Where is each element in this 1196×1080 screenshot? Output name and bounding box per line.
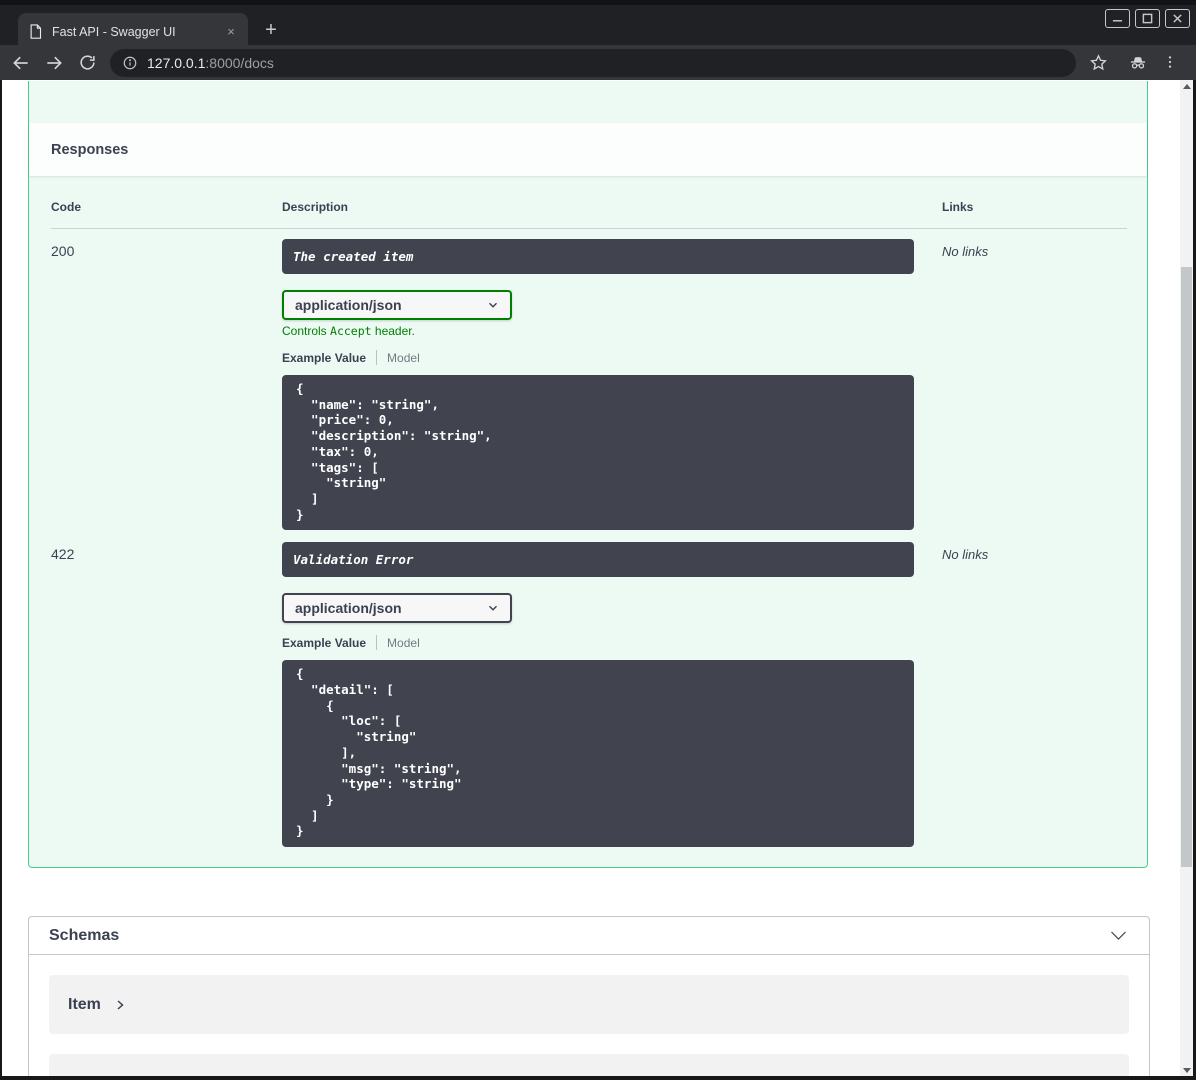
- url-path: :8000/docs: [205, 55, 274, 71]
- url-text: 127.0.0.1:8000/docs: [147, 55, 274, 71]
- back-button[interactable]: [9, 51, 33, 75]
- model-name: Item: [68, 995, 101, 1013]
- column-header-code: Code: [51, 200, 81, 214]
- chevron-down-icon: [1111, 931, 1126, 940]
- example-model-tabs: Example Value Model: [282, 350, 942, 365]
- response-description: The created item: [282, 239, 914, 274]
- tab-example-value[interactable]: Example Value: [282, 351, 366, 365]
- response-description: Validation Error: [282, 542, 914, 578]
- example-json-200: { "name": "string", "price": 0, "descrip…: [282, 375, 914, 531]
- site-info-icon[interactable]: [122, 55, 138, 71]
- responses-table: Code Description Links 200 The created i…: [29, 176, 1147, 867]
- incognito-icon: [1126, 50, 1150, 74]
- opblock-spacer: [29, 81, 1147, 123]
- schemas-section: Schemas Item ValidationError: [28, 916, 1150, 1076]
- chevron-right-icon[interactable]: [114, 999, 126, 1011]
- tab-strip: Fast API - Swagger UI × +: [0, 0, 1196, 50]
- tab-model[interactable]: Model: [387, 351, 420, 365]
- tab-separator: [376, 635, 378, 651]
- tab-close-icon[interactable]: ×: [222, 23, 240, 41]
- browser-menu-icon[interactable]: [1158, 50, 1182, 74]
- example-model-tabs: Example Value Model: [282, 635, 942, 651]
- schemas-header[interactable]: Schemas: [29, 917, 1149, 956]
- address-bar[interactable]: 127.0.0.1:8000/docs: [110, 49, 1076, 77]
- url-host: 127.0.0.1: [147, 55, 206, 71]
- new-tab-button[interactable]: +: [258, 18, 284, 44]
- links-value: No links: [942, 244, 989, 259]
- example-json-422: { "detail": [ { "loc": [ "string" ], "ms…: [282, 660, 914, 848]
- media-type-select[interactable]: application/json: [282, 593, 512, 624]
- tab-model[interactable]: Model: [387, 636, 420, 650]
- chevron-down-icon: [489, 302, 497, 308]
- response-row-200: 200 The created item application/json Co…: [51, 229, 1127, 531]
- forward-button[interactable]: [42, 51, 66, 75]
- close-button[interactable]: [1165, 9, 1190, 28]
- scrollbar-thumb[interactable]: [1181, 267, 1192, 867]
- media-type-select[interactable]: application/json: [282, 290, 512, 320]
- links-value: No links: [942, 547, 989, 563]
- responses-title: Responses: [51, 141, 129, 158]
- response-code: 200: [51, 243, 75, 259]
- tab-separator: [376, 350, 378, 365]
- page-favicon-icon: [28, 23, 43, 40]
- response-row-422: 422 Validation Error application/json Ex…: [51, 530, 1127, 848]
- response-code: 422: [51, 546, 75, 563]
- model-card-item[interactable]: Item: [49, 975, 1129, 1035]
- model-card-validationerror[interactable]: ValidationError: [49, 1054, 1129, 1076]
- responses-section-header: Responses: [29, 123, 1147, 176]
- window-controls: [1105, 9, 1190, 28]
- schemas-title: Schemas: [49, 926, 120, 944]
- responses-table-head: Code Description Links: [51, 192, 1127, 229]
- model-name: ValidationError: [68, 1075, 183, 1076]
- scroll-down-icon[interactable]: [1180, 1064, 1193, 1076]
- browser-toolbar: 127.0.0.1:8000/docs: [0, 45, 1196, 80]
- page-content: Responses Code Description Links 200 The…: [2, 80, 1180, 1076]
- post-operation-block: Responses Code Description Links 200 The…: [28, 81, 1148, 869]
- accept-header-note: Controls Accept header.: [282, 324, 415, 338]
- chevron-down-icon: [489, 606, 497, 612]
- minimize-button[interactable]: [1105, 9, 1130, 28]
- schemas-body: Item ValidationError: [29, 955, 1149, 1076]
- bookmark-star-icon[interactable]: [1086, 50, 1110, 74]
- media-type-value: application/json: [295, 297, 402, 313]
- reload-button[interactable]: [75, 51, 99, 75]
- maximize-button[interactable]: [1135, 9, 1160, 28]
- media-type-value: application/json: [295, 600, 402, 617]
- tab-example-value[interactable]: Example Value: [282, 636, 366, 650]
- tab-title: Fast API - Swagger UI: [52, 24, 176, 39]
- scroll-up-icon[interactable]: [1180, 80, 1193, 92]
- page-scrollbar[interactable]: [1180, 80, 1193, 1076]
- column-header-links: Links: [942, 200, 974, 214]
- column-header-description: Description: [282, 200, 349, 214]
